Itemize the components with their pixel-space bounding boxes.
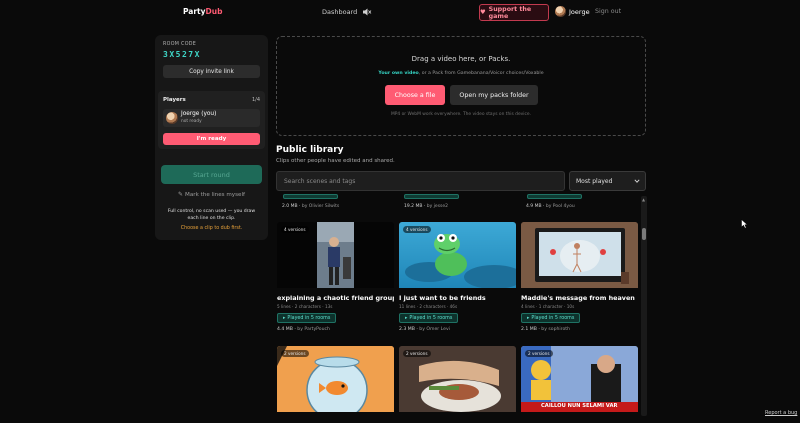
mark-lines-button[interactable]: ✎ Mark the lines myself [161,191,262,198]
played-badge: ▸ Played in 5 rooms [277,313,337,323]
players-box: Players 1/4 Joerge (you) not ready I'm r… [158,91,265,149]
sort-select[interactable]: Most played [569,171,646,191]
clip-size: 2.1 MB · by sophiroth [521,327,570,332]
mouse-cursor-icon [741,219,748,229]
play-icon: ▸ [527,315,530,321]
avatar[interactable] [555,6,566,17]
choose-file-button[interactable]: Choose a file [385,85,445,105]
clip-thumbnail[interactable]: 2 versions [277,346,394,412]
ready-button[interactable]: I'm ready [163,133,260,145]
scrollbar-thumb[interactable] [642,228,646,240]
play-icon: ▸ [405,315,408,321]
clip-title: I just want to be friends [399,294,486,302]
prev-size: 19.2 MB · by jesse2 [404,204,449,209]
clip-thumbnail[interactable]: 4 versions [277,222,394,288]
clip-size: 4.4 MB · by PartyPouch [277,327,330,332]
room-code: 3X527X [163,50,201,59]
prev-size: 4.9 MB · by Pool 4you [526,204,575,209]
room-panel: ROOM CODE 3X527X Copy invite link Player… [155,35,268,240]
copy-invite-button[interactable]: Copy invite link [163,65,260,78]
video-dropzone[interactable]: Drag a video here, or Packs. Your own vi… [276,36,646,136]
clip-card[interactable]: 2 versions [277,346,394,412]
scroll-up-icon[interactable]: ▲ [642,197,645,202]
brand-part1: Party [183,7,206,16]
versions-badge: 2 versions [403,350,431,357]
clip-thumbnail[interactable] [521,222,638,288]
clip-thumbnail[interactable]: 4 versions [399,222,516,288]
clip-card[interactable]: 2 versions CAILLOU NUN SELAMI VAR [521,346,638,412]
library-grid: 2.0 MB · by Olivier Silwits 19.2 MB · by… [276,194,639,416]
library-subtitle: Clips other people have edited and share… [276,158,395,164]
support-button[interactable]: ♥ Support the game [479,4,549,21]
library-title: Public library [276,145,344,155]
versions-badge: 2 versions [525,350,553,357]
clip-thumbnail[interactable]: 2 versions [399,346,516,412]
support-label: Support the game [488,5,532,20]
played-badge [283,194,338,199]
clip-card[interactable]: 2 versions [399,346,516,412]
clip-meta: 4 lines · 1 character · 10s [521,304,575,309]
open-packs-button[interactable]: Open my packs folder [450,85,538,105]
player-name: Joerge (you) [181,111,217,117]
room-code-label: ROOM CODE [163,42,197,47]
mark-lines-label: Mark the lines myself [185,192,245,198]
dropzone-sub-rest: , or a Pack from Gamebanana/Voicor choic… [418,71,544,76]
player-avatar [166,112,178,124]
played-badge [527,194,582,199]
dropzone-title: Drag a video here, or Packs. [411,55,511,63]
sign-out-link[interactable]: Sign out [595,8,621,15]
nav-dashboard-link[interactable]: Dashboard [322,8,357,16]
full-control-hint: Full control, no scan used — you draw ea… [167,209,256,221]
players-count: 1/4 [251,97,260,103]
versions-badge: 4 versions [403,226,431,233]
player-status: not ready [181,119,202,124]
player-row: Joerge (you) not ready [163,109,260,127]
report-bug-link[interactable]: Report a bug [765,410,797,416]
clip-size: 2.3 MB · by Omer Levi [399,327,450,332]
played-badge: ▸ Played in 5 rooms [399,313,459,323]
choose-clip-hint: Choose a clip to dub first. [180,226,243,231]
played-badge: ▸ Played in 5 rooms [521,313,581,323]
clip-card[interactable]: 4 versions I just want to be friends 11 … [399,222,516,332]
user-name: Joerge [569,8,590,16]
dropzone-sub-highlight: Your own video [378,71,419,76]
top-bar: PartyDub Dashboard ♥ Support the game Jo… [0,0,800,24]
search-input[interactable] [276,171,565,191]
dropzone-subtitle: Your own video, or a Pack from Gamebanan… [277,71,645,76]
versions-badge: 4 versions [281,226,309,233]
clip-meta: 11 lines · 2 characters · 46s [399,304,458,309]
played-badge [404,194,459,199]
start-round-button[interactable]: Start round [161,165,262,184]
library-scrollbar[interactable]: ▲ [641,196,647,416]
brand-logo[interactable]: PartyDub [183,7,222,16]
prev-size: 2.0 MB · by Olivier Silwits [282,204,340,209]
dropzone-note: MP4 or WebM work everywhere. The video s… [391,112,531,117]
mute-icon[interactable] [362,7,372,17]
chevron-down-icon [634,179,640,183]
players-label: Players [163,97,186,103]
heart-icon: ♥ [480,9,486,16]
pencil-icon: ✎ [178,191,184,198]
clip-meta: 5 lines · 2 characters · 13s [277,304,333,309]
clip-card[interactable]: Maddie's message from heaven 4 lines · 1… [521,222,638,332]
versions-badge: 2 versions [281,350,309,357]
clip-card[interactable]: 4 versions explaining a chaotic friend g… [277,222,394,332]
thumbnail-caption: CAILLOU NUN SELAMI VAR [541,403,618,409]
brand-part2: Dub [205,7,223,16]
clip-thumbnail[interactable]: 2 versions CAILLOU NUN SELAMI VAR [521,346,638,412]
clip-title: explaining a chaotic friend group [277,294,394,302]
play-icon: ▸ [283,315,286,321]
sort-selected: Most played [576,177,613,185]
clip-title: Maddie's message from heaven [521,294,635,302]
